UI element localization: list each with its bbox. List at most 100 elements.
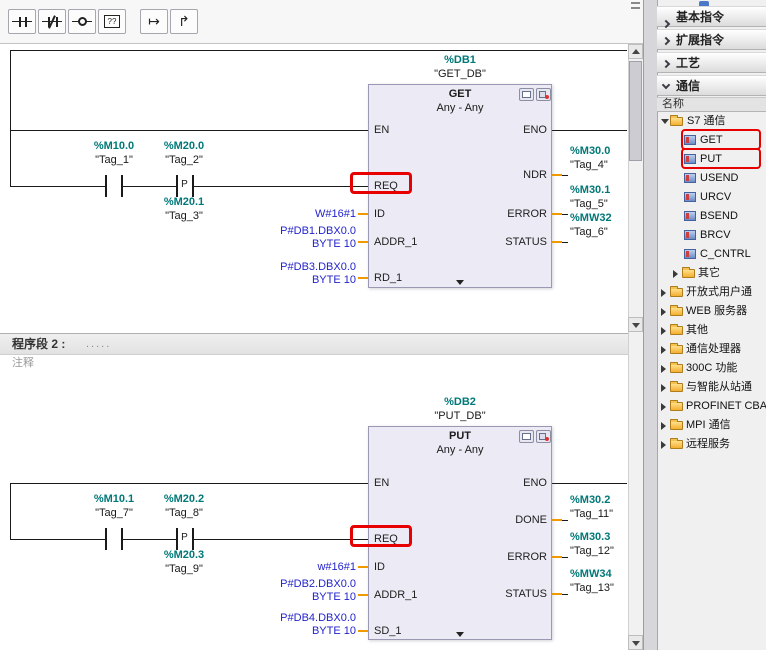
open-branch-button[interactable]: ↦ (140, 9, 168, 34)
addr1-value-line1[interactable]: P#DB1.DBX0.0 (280, 225, 356, 238)
chevron-right-icon (661, 59, 671, 69)
sd1-value-line1[interactable]: P#DB4.DBX0.0 (280, 612, 356, 625)
tree-item-300c-functions[interactable]: 300C 功能 (657, 359, 766, 378)
tree-item-brcv[interactable]: BRCV (657, 226, 766, 245)
empty-box-button[interactable]: ?? (98, 9, 126, 34)
block-type-selector[interactable]: Any - Any (436, 102, 483, 115)
tree-item-profinet-cba[interactable]: PROFINET CBA (657, 397, 766, 416)
block-expand-icon[interactable] (456, 632, 464, 637)
edge-mem-tag[interactable]: "Tag_9" (165, 563, 203, 576)
db-operand[interactable]: %DB2 (444, 396, 476, 409)
sd1-value-line2[interactable]: BYTE 10 (312, 625, 356, 638)
section-extended-instructions[interactable]: 扩展指令 (657, 29, 766, 50)
output-tag[interactable]: "Tag_4" (570, 159, 608, 172)
no-contact-button[interactable] (8, 9, 36, 34)
update-block-call-icon[interactable] (536, 88, 551, 101)
block-type-selector[interactable]: Any - Any (436, 444, 483, 457)
tree-item-other[interactable]: 其他 (657, 321, 766, 340)
output-tag[interactable]: "Tag_11" (570, 508, 613, 521)
pin-id: ID (374, 208, 385, 220)
update-block-call-icon[interactable] (536, 430, 551, 443)
output-operand[interactable]: %M30.1 (570, 184, 610, 197)
pin-error: ERROR (507, 208, 547, 220)
edge-mem-operand[interactable]: %M20.3 (164, 549, 204, 562)
addr1-value-line2[interactable]: BYTE 10 (312, 238, 356, 251)
tree-item-comm-processors[interactable]: 通信处理器 (657, 340, 766, 359)
no-contact[interactable] (104, 528, 123, 550)
edge-mem-tag[interactable]: "Tag_3" (165, 210, 203, 223)
open-called-block-icon[interactable] (519, 88, 534, 101)
output-tag[interactable]: "Tag_6" (570, 226, 608, 239)
chevron-right-icon (661, 19, 671, 29)
tree-item-open-user-comm[interactable]: 开放式用户通 (657, 283, 766, 302)
section-label: 扩展指令 (676, 33, 725, 47)
scroll-down-button[interactable] (628, 635, 643, 650)
db-name[interactable]: "PUT_DB" (434, 410, 485, 423)
output-operand[interactable]: %M30.0 (570, 145, 610, 158)
db-name[interactable]: "GET_DB" (434, 68, 486, 81)
addr1-value-line2[interactable]: BYTE 10 (312, 591, 356, 604)
expander-right-icon (661, 327, 666, 335)
output-tag[interactable]: "Tag_12" (570, 545, 614, 558)
output-wire (562, 520, 568, 521)
id-value[interactable]: W#16#1 (315, 208, 356, 221)
tree-item-bsend[interactable]: BSEND (657, 207, 766, 226)
output-operand[interactable]: %MW34 (570, 568, 612, 581)
p-edge-contact[interactable]: P (175, 175, 194, 197)
contact-tag[interactable]: "Tag_8" (165, 507, 203, 520)
pane-splitter-grip[interactable] (631, 2, 640, 9)
id-value[interactable]: w#16#1 (317, 561, 356, 574)
output-tag[interactable]: "Tag_13" (570, 582, 614, 595)
close-branch-button[interactable]: ↱ (170, 9, 198, 34)
contact-operand[interactable]: %M20.2 (164, 493, 204, 506)
tree-item-urcv[interactable]: URCV (657, 188, 766, 207)
tree-item-c-cntrl[interactable]: C_CNTRL (657, 245, 766, 264)
p-edge-contact[interactable]: P (175, 528, 194, 550)
open-called-block-icon[interactable] (519, 430, 534, 443)
output-tag[interactable]: "Tag_5" (570, 198, 608, 211)
contact-bar (121, 528, 123, 550)
contact-operand[interactable]: %M10.0 (94, 140, 134, 153)
rd1-value-line2[interactable]: BYTE 10 (312, 274, 356, 287)
scroll-down-button[interactable] (628, 317, 643, 332)
tree-item-label: BRCV (700, 229, 731, 241)
scrollbar-thumb[interactable] (629, 61, 642, 161)
coil-button[interactable] (68, 9, 96, 34)
addr1-value-line1[interactable]: P#DB2.DBX0.0 (280, 578, 356, 591)
contact-tag[interactable]: "Tag_7" (95, 507, 133, 520)
tree-item-ismart-slave-comm[interactable]: 与智能从站通 (657, 378, 766, 397)
section-communication[interactable]: 通信 (657, 75, 766, 96)
expander-right-icon (661, 346, 666, 354)
tree-item-remote-services[interactable]: 远程服务 (657, 435, 766, 454)
pin-error: ERROR (507, 551, 547, 563)
tree-item-others-subfolder[interactable]: 其它 (657, 264, 766, 283)
db-operand[interactable]: %DB1 (444, 54, 476, 67)
pin-stub (358, 630, 368, 632)
output-operand[interactable]: %M30.2 (570, 494, 610, 507)
panel-splitter[interactable] (643, 0, 657, 650)
close-branch-icon: ↱ (178, 13, 190, 29)
eno-wire (552, 483, 627, 484)
no-contact[interactable] (104, 175, 123, 197)
contact-tag[interactable]: "Tag_1" (95, 154, 133, 167)
tree-item-web-server[interactable]: WEB 服务器 (657, 302, 766, 321)
pin-eno: ENO (523, 124, 547, 136)
tree-item-mpi-comm[interactable]: MPI 通信 (657, 416, 766, 435)
edge-mem-operand[interactable]: %M20.1 (164, 196, 204, 209)
contact-operand[interactable]: %M20.0 (164, 140, 204, 153)
folder-icon (670, 438, 683, 449)
output-operand[interactable]: %M30.3 (570, 531, 610, 544)
tree-item-usend[interactable]: USEND (657, 169, 766, 188)
output-operand[interactable]: %MW32 (570, 212, 612, 225)
rd1-value-line1[interactable]: P#DB3.DBX0.0 (280, 261, 356, 274)
scroll-up-button[interactable] (628, 44, 643, 59)
contact-operand[interactable]: %M10.1 (94, 493, 134, 506)
section-basic-instructions[interactable]: 基本指令 (657, 6, 766, 29)
section-technology[interactable]: 工艺 (657, 52, 766, 73)
network-top-wire (10, 50, 627, 51)
contact-tag[interactable]: "Tag_2" (165, 154, 203, 167)
network2-comment[interactable]: 注释 (12, 357, 34, 370)
block-expand-icon[interactable] (456, 280, 464, 285)
nc-contact-button[interactable] (38, 9, 66, 34)
network2-header[interactable]: 程序段 2 : ..... (0, 333, 643, 355)
